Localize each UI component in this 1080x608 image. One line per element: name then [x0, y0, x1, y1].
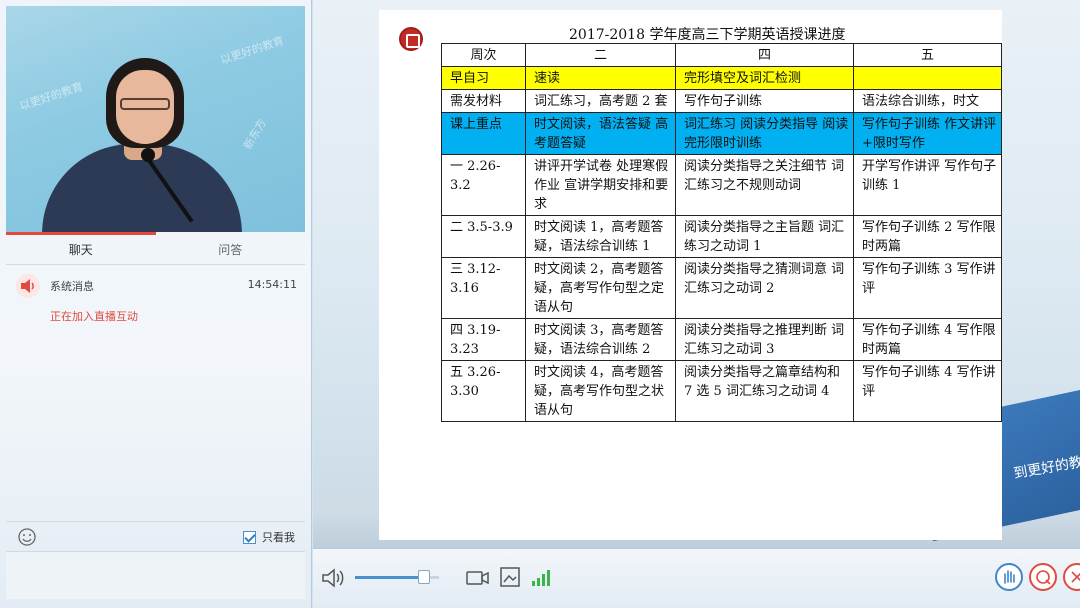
tab-chat[interactable]: 聊天 — [6, 235, 156, 264]
table-cell: 五 3.26-3.30 — [441, 360, 526, 422]
table-cell: 完形填空及词汇检测 — [675, 66, 854, 90]
more-icon — [1071, 571, 1080, 583]
table-cell: 时文阅读 1，高考题答疑，语法综合训练 1 — [525, 215, 676, 258]
player-toolbar — [313, 548, 1080, 608]
table-cell: 写作句子训练 4 写作限时两篇 — [853, 318, 1002, 361]
table-row: 一 2.26-3.2 讲评开学试卷 处理寒假作业 宣讲学期安排和要求 阅读分类指导之… — [441, 154, 1002, 216]
table-cell: 写作句子训练 4 写作讲评 — [853, 360, 1002, 422]
table-cell: 讲评开学试卷 处理寒假作业 宣讲学期安排和要求 — [525, 154, 676, 216]
question-icon — [1036, 570, 1051, 585]
table-cell: 开学写作讲评 写作句子训练 1 — [853, 154, 1002, 216]
table-cell: 时文阅读 3，高考题答疑，语法综合训练 2 — [525, 318, 676, 361]
panel-tabs: 聊天 问答 — [6, 235, 305, 265]
table-cell: 写作句子训练 2 写作限时两篇 — [853, 215, 1002, 258]
raise-hand-button[interactable] — [995, 563, 1023, 591]
table-cell: 写作句子训练 作文讲评+限时写作 — [853, 112, 1002, 155]
table-cell: 词汇练习 阅读分类指导 阅读完形限时训练 — [675, 112, 854, 155]
camera-icon[interactable] — [465, 567, 491, 589]
schedule-document: 2017-2018 学年度高三下学期英语授课进度 周次 二 四 五 早自习 速读完… — [379, 10, 1002, 540]
signal-strength-icon — [532, 570, 550, 586]
slide-area: 到更好的教育 2017-2018 学年度高三下学期英语授课进度 周次 二 四 五… — [313, 0, 1080, 548]
table-row: 早自习 速读 完形填空及词汇检测 — [441, 66, 1002, 90]
table-cell: 课上重点 — [441, 112, 526, 155]
table-cell: 一 2.26-3.2 — [441, 154, 526, 216]
table-cell: 四 3.19-3.23 — [441, 318, 526, 361]
left-panel: 以更好的教育 以更好的教育 新东方 聊天 问答 系统消息 14:54:11 正在… — [0, 0, 312, 608]
volume-fill — [355, 576, 424, 579]
screen-share-icon[interactable] — [499, 565, 521, 589]
school-logo-icon — [399, 27, 423, 51]
table-row: 四 3.19-3.23 时文阅读 3，高考题答疑，语法综合训练 2 阅读分类指导之推… — [441, 318, 1002, 361]
table-cell: 时文阅读 4，高考题答疑，高考写作句型之状语从句 — [525, 360, 676, 422]
only-teacher-checkbox[interactable] — [243, 530, 256, 544]
table-row: 需发材料 词汇练习，高考题 2 套写作句子训练 语法综合训练，时文 — [441, 89, 1002, 113]
video-watermark: 以更好的教育 — [17, 80, 85, 113]
table-cell: 二 3.5-3.9 — [441, 215, 526, 258]
table-header-row: 周次 二 四 五 — [441, 43, 1002, 67]
table-row: 五 3.26-3.30 时文阅读 4，高考题答疑，高考写作句型之状语从句 阅读分类指… — [441, 360, 1002, 422]
table-cell: 阅读分类指导之推理判断 词汇练习之动词 3 — [675, 318, 854, 361]
table-cell: 需发材料 — [441, 89, 526, 113]
tab-qa[interactable]: 问答 — [156, 235, 306, 264]
teacher-video: 以更好的教育 以更好的教育 新东方 — [6, 6, 305, 232]
only-teacher-toggle[interactable]: 只看我 — [243, 529, 295, 545]
table-cell: 阅读分类指导之猜测词意 词汇练习之动词 2 — [675, 257, 854, 319]
chat-message: 系统消息 14:54:11 — [16, 274, 301, 298]
header-friday: 五 — [853, 43, 1002, 67]
header-thursday: 四 — [675, 43, 854, 67]
message-text: 正在加入直播互动 — [50, 310, 138, 323]
chat-input[interactable] — [6, 551, 305, 599]
video-watermark: 以更好的教育 — [218, 34, 286, 67]
emoji-icon[interactable] — [18, 528, 36, 546]
table-row: 课上重点 时文阅读，语法答疑 高考题答疑 词汇练习 阅读分类指导 阅读完形限时训练写… — [441, 112, 1002, 155]
table-row: 二 3.5-3.9 时文阅读 1，高考题答疑，语法综合训练 1 阅读分类指导之主旨题… — [441, 215, 1002, 258]
table-cell: 三 3.12-3.16 — [441, 257, 526, 319]
table-cell: 时文阅读 2，高考题答疑，高考写作句型之定语从句 — [525, 257, 676, 319]
table-cell: 阅读分类指导之篇章结构和 7 选 5 词汇练习之动词 4 — [675, 360, 854, 422]
table-cell: 阅读分类指导之关注细节 词汇练习之不规则动词 — [675, 154, 854, 216]
more-button[interactable] — [1063, 563, 1080, 591]
message-time: 14:54:11 — [247, 278, 297, 291]
table-cell — [853, 66, 1002, 90]
table-cell: 早自习 — [441, 66, 526, 90]
volume-icon[interactable] — [321, 567, 345, 589]
video-watermark: 新东方 — [241, 116, 269, 152]
header-week: 周次 — [441, 43, 526, 67]
qa-button[interactable] — [1029, 563, 1057, 591]
chat-input-toolbar: 只看我 — [6, 521, 305, 551]
table-cell: 写作句子训练 3 写作讲评 — [853, 257, 1002, 319]
table-cell: 速读 — [525, 66, 676, 90]
table-cell: 阅读分类指导之主旨题 词汇练习之动词 1 — [675, 215, 854, 258]
table-cell: 语法综合训练，时文 — [853, 89, 1002, 113]
message-sender: 系统消息 — [50, 280, 94, 293]
hand-icon — [1004, 570, 1015, 584]
only-teacher-label: 只看我 — [262, 531, 295, 544]
volume-slider-handle[interactable] — [417, 570, 430, 584]
table-cell: 时文阅读，语法答疑 高考题答疑 — [525, 112, 676, 155]
table-cell: 词汇练习，高考题 2 套 — [525, 89, 676, 113]
chat-message-list: 系统消息 14:54:11 正在加入直播互动 — [6, 268, 305, 520]
schedule-table: 周次 二 四 五 早自习 速读 完形填空及词汇检测 需发材料 词汇练习，高考题 2 套写… — [441, 43, 1002, 422]
header-tuesday: 二 — [525, 43, 676, 67]
table-row: 三 3.12-3.16 时文阅读 2，高考题答疑，高考写作句型之定语从句 阅读分类指… — [441, 257, 1002, 319]
speaker-icon — [16, 274, 40, 298]
document-title: 2017-2018 学年度高三下学期英语授课进度 — [569, 27, 846, 43]
table-cell: 写作句子训练 — [675, 89, 854, 113]
volume-slider[interactable] — [355, 570, 439, 584]
